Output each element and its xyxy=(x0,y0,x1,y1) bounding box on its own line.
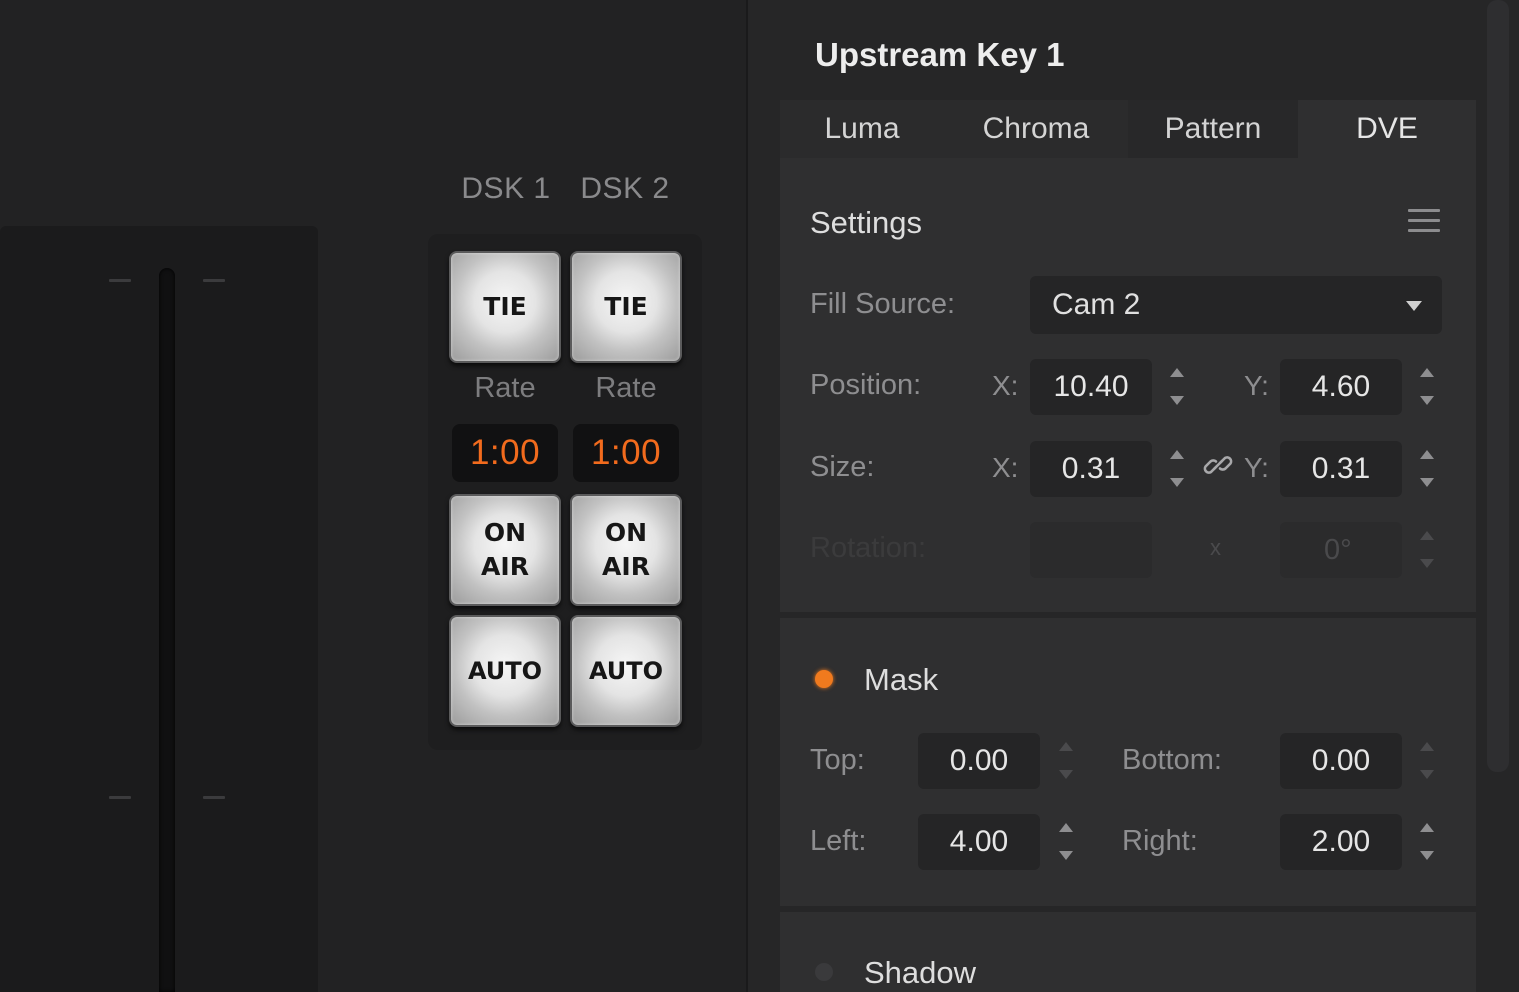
t-bar-tick xyxy=(109,279,131,282)
panel-scrollbar[interactable] xyxy=(1487,0,1509,772)
position-x-stepper[interactable] xyxy=(1167,364,1187,410)
t-bar-tick xyxy=(203,279,225,282)
fill-source-label: Fill Source: xyxy=(810,288,956,320)
mask-right-stepper[interactable] xyxy=(1417,819,1437,865)
size-y-field[interactable]: 0.31 xyxy=(1280,441,1402,497)
fill-source-value: Cam 2 xyxy=(1052,288,1141,321)
dsk1-rate-field[interactable]: 1:00 xyxy=(452,424,558,482)
mask-bottom-field[interactable]: 0.00 xyxy=(1280,733,1402,789)
dsk2-rate-field[interactable]: 1:00 xyxy=(573,424,679,482)
position-x-axis-label: X: xyxy=(992,370,1019,401)
mask-left-label: Left: xyxy=(810,825,867,857)
dsk2-auto-label: AUTO xyxy=(588,657,664,685)
dsk1-auto-button[interactable]: AUTO xyxy=(449,615,561,727)
size-x-stepper[interactable] xyxy=(1167,446,1187,492)
mask-title: Mask xyxy=(864,662,939,697)
size-y-stepper[interactable] xyxy=(1417,446,1437,492)
rotation-disabled-field xyxy=(1030,522,1152,578)
panel-title: Upstream Key 1 xyxy=(815,36,1065,73)
dsk1-tie-button[interactable]: TIE xyxy=(449,251,561,363)
mask-top-field[interactable]: 0.00 xyxy=(918,733,1040,789)
fill-source-select[interactable]: Cam 2 xyxy=(1030,276,1442,334)
tab-pattern[interactable]: Pattern xyxy=(1128,100,1298,158)
dsk2-label: DSK 2 xyxy=(580,172,670,205)
mask-right-label: Right: xyxy=(1122,825,1198,857)
rotation-value: 0° xyxy=(1324,534,1352,566)
position-y-stepper[interactable] xyxy=(1417,364,1437,410)
switcher-area: DSK 1 DSK 2 TIE TIE Rate Rate 1:00 1:00 … xyxy=(0,0,746,992)
chevron-down-icon xyxy=(1406,301,1422,311)
tab-luma[interactable]: Luma xyxy=(780,100,944,158)
tab-dve[interactable]: DVE xyxy=(1298,100,1476,158)
mask-right-field[interactable]: 2.00 xyxy=(1280,814,1402,870)
settings-menu-icon[interactable] xyxy=(1408,209,1440,235)
size-label: Size: xyxy=(810,451,875,483)
rotation-stepper[interactable] xyxy=(1417,527,1437,573)
mask-left-field[interactable]: 4.00 xyxy=(918,814,1040,870)
dsk2-rate-label: Rate xyxy=(595,372,657,404)
rotation-label: Rotation: xyxy=(810,532,927,564)
dsk1-tie-label: TIE xyxy=(483,292,527,321)
position-x-field[interactable]: 10.40 xyxy=(1030,359,1152,415)
mask-left-stepper[interactable] xyxy=(1056,819,1076,865)
t-bar-tick xyxy=(203,796,225,799)
size-y-axis-label: Y: xyxy=(1244,452,1269,483)
dsk2-auto-button[interactable]: AUTO xyxy=(570,615,682,727)
dsk1-on-air-label: ON AIR xyxy=(481,518,529,581)
size-x-axis-label: X: xyxy=(992,452,1019,483)
dsk2-on-air-label: ON AIR xyxy=(602,518,650,581)
dsk2-on-air-button[interactable]: ON AIR xyxy=(570,494,682,606)
size-x-field[interactable]: 0.31 xyxy=(1030,441,1152,497)
tab-chroma[interactable]: Chroma xyxy=(944,100,1128,158)
position-y-field[interactable]: 4.60 xyxy=(1280,359,1402,415)
key-type-tabs: Luma Chroma Pattern DVE xyxy=(780,100,1476,158)
mask-bottom-stepper[interactable] xyxy=(1417,738,1437,784)
t-bar-tick xyxy=(109,796,131,799)
mask-top-stepper[interactable] xyxy=(1056,738,1076,784)
dsk1-rate-label: Rate xyxy=(474,372,536,404)
dsk2-tie-label: TIE xyxy=(604,292,648,321)
settings-title: Settings xyxy=(810,205,923,240)
dsk2-tie-button[interactable]: TIE xyxy=(570,251,682,363)
dsk1-auto-label: AUTO xyxy=(467,657,543,685)
rotation-separator: x xyxy=(1210,535,1221,560)
link-icon[interactable] xyxy=(1203,450,1233,480)
shadow-enable-toggle[interactable] xyxy=(815,963,833,981)
shadow-title: Shadow xyxy=(864,955,977,990)
mask-top-label: Top: xyxy=(810,744,865,776)
position-y-axis-label: Y: xyxy=(1244,370,1269,401)
t-bar-slider[interactable] xyxy=(159,268,175,992)
position-label: Position: xyxy=(810,369,922,401)
dsk1-on-air-button[interactable]: ON AIR xyxy=(449,494,561,606)
mask-bottom-label: Bottom: xyxy=(1122,744,1222,776)
mask-enable-toggle[interactable] xyxy=(815,670,833,688)
dsk1-label: DSK 1 xyxy=(461,172,551,205)
